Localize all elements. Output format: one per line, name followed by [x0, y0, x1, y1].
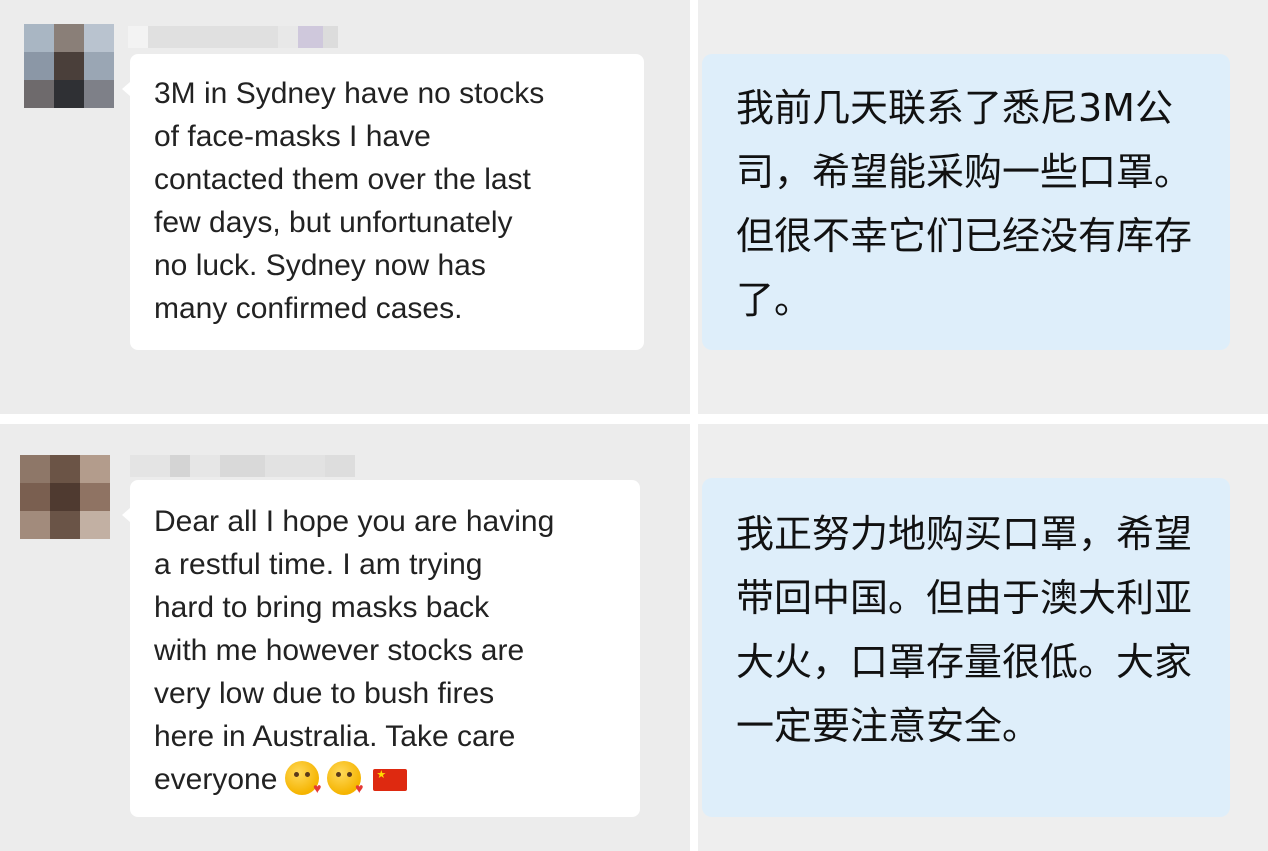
sender-name-blurred: [128, 26, 338, 48]
message-text: Dear all I hope you are having a restful…: [154, 500, 640, 801]
translation-text: 我正努力地购买口罩，希望带回中国。但由于澳大利亚大火，口罩存量很低。大家一定要注…: [736, 512, 1193, 748]
message-text-body: Dear all I hope you are having a restful…: [154, 505, 555, 796]
translation-bubble: 我前几天联系了悉尼3M公司，希望能采购一些口罩。但很不幸它们已经没有库存了。: [702, 54, 1230, 350]
avatar[interactable]: [24, 24, 114, 108]
china-flag-icon: ★: [373, 769, 408, 791]
avatar[interactable]: [20, 455, 110, 539]
translation-text: 我前几天联系了悉尼3M公司，希望能采购一些口罩。但很不幸它们已经没有库存了。: [736, 86, 1193, 322]
sender-name-blurred: [130, 455, 355, 477]
message-bubble[interactable]: Dear all I hope you are having a restful…: [122, 480, 640, 817]
message-bubble[interactable]: 3M in Sydney have no stocks of face-mask…: [122, 54, 644, 350]
kissing-face-with-heart-icon: ♥: [327, 761, 363, 795]
message-text: 3M in Sydney have no stocks of face-mask…: [154, 77, 545, 325]
translation-bubble: 我正努力地购买口罩，希望带回中国。但由于澳大利亚大火，口罩存量很低。大家一定要注…: [702, 478, 1230, 817]
kissing-face-with-heart-icon: ♥: [285, 761, 321, 795]
